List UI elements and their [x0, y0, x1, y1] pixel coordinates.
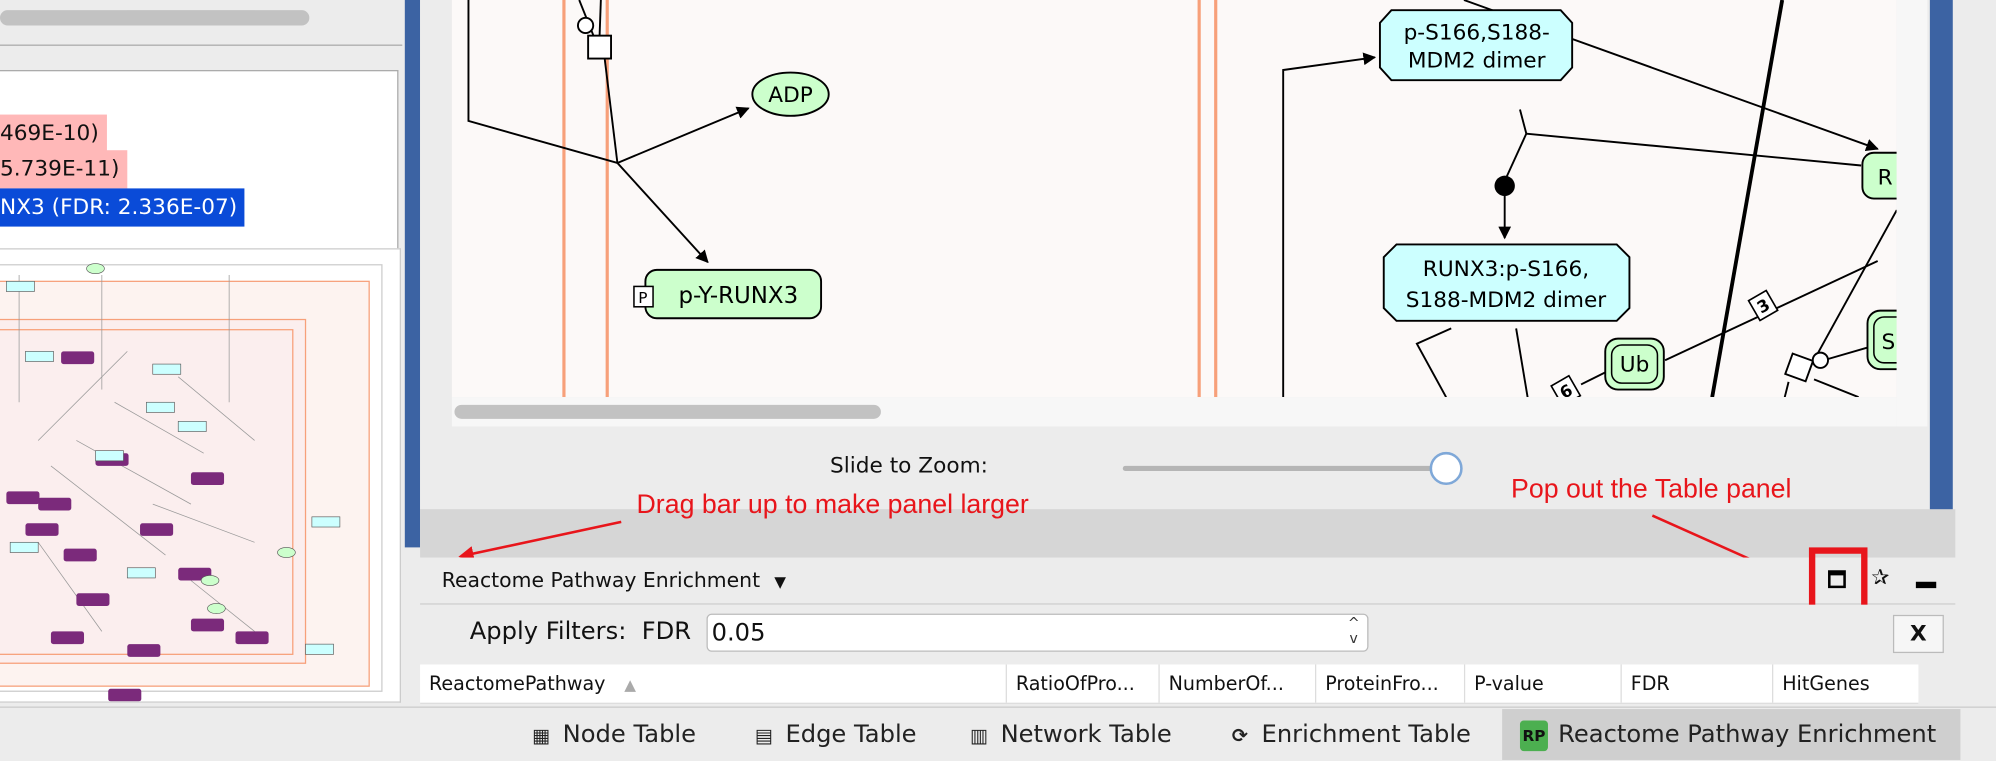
- panel-title: Reactome Pathway Enrichment: [441, 567, 761, 592]
- pin-icon[interactable]: ✰: [1871, 565, 1889, 590]
- minimize-icon[interactable]: [1915, 581, 1937, 589]
- filter-field-label: FDR: [641, 617, 692, 646]
- tab-network-table[interactable]: ▥ Network Table: [967, 709, 1172, 760]
- refresh-icon: ⟳: [1231, 724, 1248, 748]
- column-header[interactable]: FDR: [1620, 664, 1772, 703]
- table-header: ReactomePathway ▲ RatioOfPro... NumberOf…: [420, 664, 1919, 704]
- table-panel-title-dropdown[interactable]: Reactome Pathway Enrichment ▼: [442, 568, 786, 592]
- column-header[interactable]: ProteinFro...: [1315, 664, 1464, 703]
- column-header[interactable]: NumberOf...: [1158, 664, 1315, 703]
- fdr-filter-input[interactable]: 0.05 ^ v: [706, 613, 1369, 652]
- node-table-icon: ▦: [531, 724, 551, 748]
- arrow-to-resize-bar: [458, 520, 622, 562]
- network-table-icon: ▥: [969, 724, 988, 748]
- edge-table-icon: ▤: [754, 724, 773, 748]
- column-header[interactable]: P-value: [1463, 664, 1621, 703]
- tab-enrichment-table[interactable]: ⟳ Enrichment Table: [1228, 709, 1471, 760]
- tab-reactome-pathway-enrichment[interactable]: RP Reactome Pathway Enrichment: [1502, 709, 1961, 760]
- rp-badge-icon: RP: [1519, 719, 1548, 751]
- popout-window-icon[interactable]: [1828, 570, 1846, 589]
- column-header[interactable]: ReactomePathway ▲: [420, 665, 1006, 703]
- sort-ascending-icon: ▲: [624, 675, 637, 694]
- tab-node-table[interactable]: ▦ Node Table: [530, 709, 696, 760]
- filter-label: Apply Filters: FDR: [469, 617, 692, 646]
- column-header[interactable]: HitGenes: [1772, 664, 1918, 703]
- chevron-down-icon: ▼: [774, 572, 786, 591]
- column-header[interactable]: RatioOfPro...: [1005, 664, 1159, 703]
- clear-filter-button[interactable]: X: [1892, 614, 1944, 654]
- tab-edge-table[interactable]: ▤ Edge Table: [752, 709, 917, 760]
- spinner-icon[interactable]: ^ v: [1348, 615, 1360, 647]
